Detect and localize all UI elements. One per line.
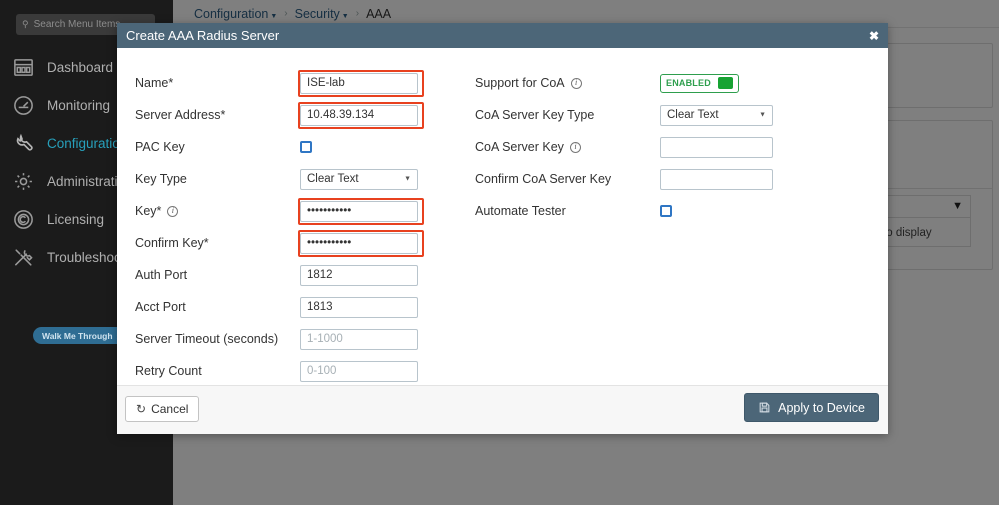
form-column-left: Name* Server Address* PAC Key Key Type C… — [135, 67, 527, 387]
key-input[interactable] — [300, 200, 418, 222]
save-icon — [758, 401, 771, 414]
coa-server-key-type-value: Clear Text — [667, 109, 719, 121]
create-aaa-radius-server-dialog: Create AAA Radius Server ✖ Name* Server … — [117, 23, 888, 434]
field-label: Name* — [135, 76, 174, 90]
chevron-down-icon: ▼ — [759, 111, 766, 119]
wrench-icon — [11, 131, 36, 156]
field-label: Confirm CoA Server Key — [475, 172, 612, 186]
info-icon[interactable]: i — [167, 205, 179, 217]
field-label: Auth Port — [135, 268, 188, 282]
search-icon: ⚲ — [22, 19, 29, 29]
field-label: Server Timeout (seconds) — [135, 332, 279, 346]
sidebar-item-label: Dashboard — [47, 59, 114, 75]
undo-icon: ↻ — [136, 402, 147, 416]
close-icon[interactable]: ✖ — [869, 30, 879, 42]
field-label: Key* i — [135, 204, 300, 218]
field-row-retry-count: Retry Count — [135, 355, 527, 387]
field-label-text: Key* — [135, 204, 162, 218]
field-row-coa-server-key: CoA Server Key i — [475, 131, 875, 163]
acct-port-input[interactable] — [300, 296, 418, 318]
toggle-label: ENABLED — [666, 78, 711, 88]
retry-count-input[interactable] — [300, 360, 418, 382]
field-row-pac-key: PAC Key — [135, 131, 527, 163]
field-row-auth-port: Auth Port — [135, 259, 527, 291]
cancel-button[interactable]: ↻ Cancel — [125, 396, 200, 422]
auth-port-input[interactable] — [300, 264, 418, 286]
walk-me-through-button[interactable]: Walk Me Through › — [33, 327, 129, 344]
field-row-acct-port: Acct Port — [135, 291, 527, 323]
pac-key-checkbox[interactable] — [300, 141, 312, 153]
field-row-key: Key* i — [135, 195, 527, 227]
field-label: Key Type — [135, 172, 187, 186]
gauge-icon — [11, 93, 36, 118]
confirm-coa-server-key-input[interactable] — [660, 168, 773, 190]
field-label: CoA Server Key i — [475, 140, 660, 154]
field-row-key-type: Key Type Clear Text ▼ — [135, 163, 527, 195]
copyright-circle-icon — [11, 207, 36, 232]
field-label: Confirm Key* — [135, 236, 209, 250]
field-row-server-address: Server Address* — [135, 99, 527, 131]
field-row-confirm-key: Confirm Key* — [135, 227, 527, 259]
toggle-knob — [717, 77, 733, 89]
field-row-name: Name* — [135, 67, 527, 99]
info-icon[interactable]: i — [569, 141, 581, 153]
dashboard-icon — [11, 55, 36, 80]
field-label: CoA Server Key Type — [475, 108, 595, 122]
walk-me-through-label: Walk Me Through — [42, 330, 113, 341]
form-column-right: Support for CoA i ENABLED CoA Server Key… — [475, 67, 875, 227]
coa-server-key-type-select[interactable]: Clear Text ▼ — [660, 104, 773, 126]
gear-icon — [11, 169, 36, 194]
coa-server-key-input[interactable] — [660, 136, 773, 158]
key-type-select[interactable]: Clear Text ▼ — [300, 168, 418, 190]
support-for-coa-toggle[interactable]: ENABLED — [660, 73, 739, 93]
name-input[interactable] — [300, 72, 418, 94]
sidebar-item-label: Configuration — [47, 135, 128, 151]
field-label: Support for CoA i — [475, 76, 660, 90]
modal-header: Create AAA Radius Server ✖ — [117, 23, 888, 48]
chevron-down-icon: ▼ — [404, 175, 411, 183]
field-row-confirm-coa-server-key: Confirm CoA Server Key — [475, 163, 875, 195]
field-row-support-for-coa: Support for CoA i ENABLED — [475, 67, 875, 99]
cancel-label: Cancel — [151, 402, 189, 416]
field-label-text: CoA Server Key — [475, 140, 564, 154]
tools-icon — [11, 245, 36, 270]
sidebar-item-label: Monitoring — [47, 97, 111, 113]
apply-label: Apply to Device — [778, 400, 865, 415]
automate-tester-checkbox[interactable] — [660, 205, 672, 217]
modal-body: Name* Server Address* PAC Key Key Type C… — [117, 48, 888, 385]
field-row-coa-server-key-type: CoA Server Key Type Clear Text ▼ — [475, 99, 875, 131]
field-label-text: Support for CoA — [475, 76, 565, 90]
server-timeout-input[interactable] — [300, 328, 418, 350]
apply-to-device-button[interactable]: Apply to Device — [744, 393, 879, 422]
server-address-input[interactable] — [300, 104, 418, 126]
info-icon[interactable]: i — [570, 77, 582, 89]
modal-footer: ↻ Cancel Apply to Device — [117, 385, 888, 434]
search-placeholder-text: Search Menu Items — [33, 19, 121, 30]
modal-title: Create AAA Radius Server — [126, 28, 280, 43]
confirm-key-input[interactable] — [300, 232, 418, 254]
field-label: PAC Key — [135, 140, 185, 154]
field-label: Server Address* — [135, 108, 226, 122]
field-label: Acct Port — [135, 300, 186, 314]
key-type-value: Clear Text — [307, 173, 359, 185]
field-label: Retry Count — [135, 364, 202, 378]
sidebar-item-label: Licensing — [47, 211, 105, 227]
field-row-automate-tester: Automate Tester — [475, 195, 875, 227]
field-label: Automate Tester — [475, 204, 566, 218]
field-row-server-timeout: Server Timeout (seconds) — [135, 323, 527, 355]
